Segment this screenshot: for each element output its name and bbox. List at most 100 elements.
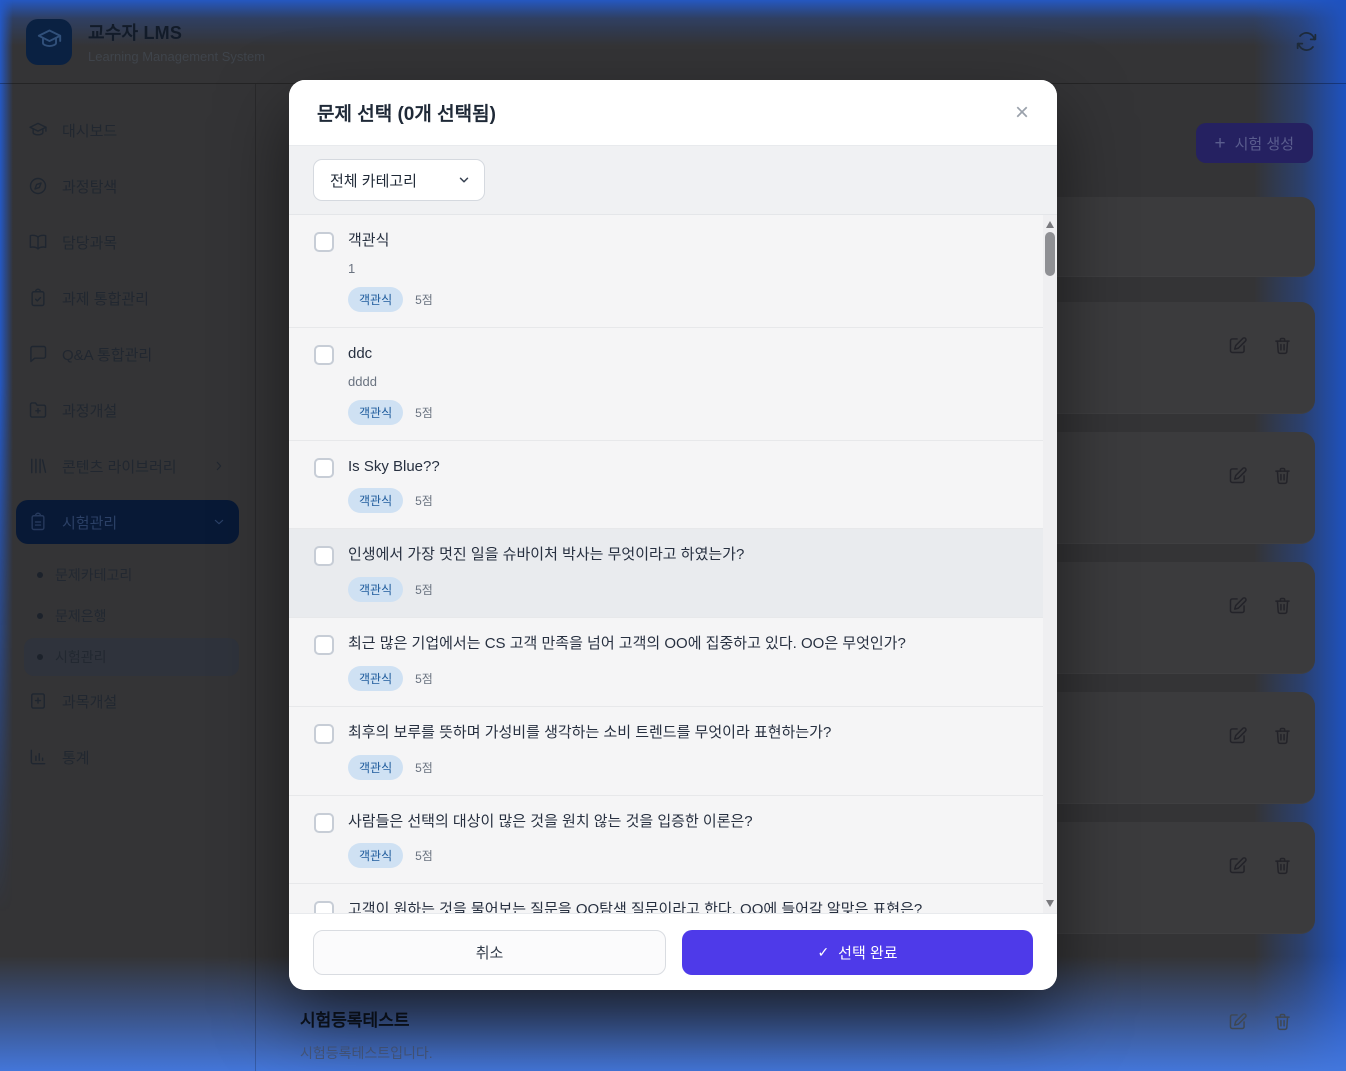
trash-icon[interactable]: [1272, 595, 1293, 616]
question-meta: 객관식 5점: [348, 488, 440, 513]
question-checkbox[interactable]: [314, 724, 334, 744]
sidebar-item-label: 대시보드: [62, 120, 117, 141]
app-title-block: 교수자 LMS Learning Management System: [88, 19, 265, 64]
sidebar-item-label: 시험관리: [62, 512, 117, 533]
exam-card-subtitle: 시험등록테스트입니다.: [300, 1043, 1315, 1063]
edit-icon[interactable]: [1227, 725, 1248, 746]
scrollbar-up-arrow[interactable]: [1046, 221, 1054, 228]
modal-filter-bar: 전체 카테고리: [289, 146, 1057, 215]
sidebar-item-label: 문제은행: [55, 606, 107, 626]
question-type-badge: 객관식: [348, 755, 403, 780]
sidebar-item-label: 문제카테고리: [55, 565, 132, 585]
question-points: 5점: [415, 291, 433, 308]
question-row[interactable]: 객관식 1 객관식 5점: [289, 215, 1043, 328]
question-points: 5점: [415, 581, 433, 598]
close-icon[interactable]: ×: [1015, 101, 1029, 125]
question-meta: 객관식5점: [348, 843, 753, 868]
question-row[interactable]: ddcdddd객관식5점: [289, 328, 1043, 441]
sidebar-item-qna-management[interactable]: Q&A 통합관리: [16, 332, 239, 376]
category-select[interactable]: 전체 카테고리: [313, 159, 485, 201]
book-open-icon: [28, 232, 48, 252]
app-title: 교수자 LMS: [88, 19, 265, 45]
sidebar-item-subject-create[interactable]: 과목개설: [16, 679, 239, 723]
create-exam-button[interactable]: + 시험 생성: [1196, 123, 1313, 163]
question-type-badge: 객관식: [348, 488, 403, 513]
question-meta: 객관식5점: [348, 577, 744, 602]
screen: 교수자 LMS Learning Management System 대시보드과…: [0, 0, 1346, 1071]
question-checkbox[interactable]: [314, 345, 334, 365]
question-points: 5점: [415, 759, 433, 776]
sidebar-item-exam-management-sub[interactable]: 시험관리: [24, 638, 239, 676]
exam-card-actions: [1227, 595, 1293, 616]
question-checkbox[interactable]: [314, 546, 334, 566]
sidebar-item-content-library[interactable]: 콘텐츠 라이브러리: [16, 444, 239, 488]
edit-icon[interactable]: [1227, 595, 1248, 616]
question-subtitle: 1: [348, 261, 433, 276]
trash-icon[interactable]: [1272, 855, 1293, 876]
question-row[interactable]: 최근 많은 기업에서는 CS 고객 만족을 넘어 고객의 OO에 집중하고 있다…: [289, 618, 1043, 707]
bullet-icon: [37, 654, 43, 660]
question-body: 인생에서 가장 멋진 일을 슈바이처 박사는 무엇이라고 하였는가?객관식5점: [348, 544, 744, 602]
question-points: 5점: [415, 492, 433, 509]
exam-card-title: 시험등록테스트: [300, 985, 1315, 1031]
trash-icon[interactable]: [1272, 335, 1293, 356]
exam-card-actions: [1227, 465, 1293, 486]
sidebar-nav: 대시보드과정탐색담당과목과제 통합관리 Q&A 통합관리과정개설콘텐츠 라이브러리…: [0, 108, 255, 779]
edit-icon[interactable]: [1227, 855, 1248, 876]
trash-icon[interactable]: [1272, 725, 1293, 746]
sidebar-item-statistics[interactable]: 통계: [16, 735, 239, 779]
sidebar-item-dashboard[interactable]: 대시보드: [16, 108, 239, 152]
trash-icon[interactable]: [1272, 465, 1293, 486]
question-checkbox[interactable]: [314, 635, 334, 655]
check-icon: ✓: [817, 944, 829, 961]
question-title: 최후의 보루를 뜻하며 가성비를 생각하는 소비 트렌드를 무엇이라 표현하는가…: [348, 722, 831, 744]
trash-icon[interactable]: [1272, 1011, 1293, 1032]
question-title: 객관식: [348, 230, 433, 252]
sidebar-item-my-courses[interactable]: 담당과목: [16, 220, 239, 264]
question-row[interactable]: 사람들은 선택의 대상이 많은 것을 원치 않는 것을 입증한 이론은?객관식5…: [289, 796, 1043, 885]
sidebar-item-course-explore[interactable]: 과정탐색: [16, 164, 239, 208]
refresh-icon[interactable]: [1294, 29, 1320, 55]
sidebar-item-label: 콘텐츠 라이브러리: [62, 456, 177, 477]
sidebar-item-assignment-management[interactable]: 과제 통합관리: [16, 276, 239, 320]
app-logo: [26, 19, 72, 65]
app-header: 교수자 LMS Learning Management System: [0, 0, 1346, 84]
question-row[interactable]: 인생에서 가장 멋진 일을 슈바이처 박사는 무엇이라고 하였는가?객관식5점: [289, 529, 1043, 618]
question-checkbox[interactable]: [314, 458, 334, 478]
scrollbar[interactable]: [1043, 215, 1057, 913]
question-checkbox[interactable]: [314, 901, 334, 913]
confirm-button[interactable]: ✓ 선택 완료: [682, 930, 1033, 975]
exam-card-actions: [1227, 1011, 1293, 1032]
question-row[interactable]: 고객이 원하는 것을 물어보는 질문을 OO탐색 질문이라고 한다. OO에 들…: [289, 884, 1043, 913]
scrollbar-down-arrow[interactable]: [1046, 900, 1054, 907]
question-body: Is Sky Blue??객관식5점: [348, 456, 440, 514]
question-checkbox[interactable]: [314, 813, 334, 833]
sidebar-item-label: 시험관리: [55, 647, 107, 667]
edit-icon[interactable]: [1227, 335, 1248, 356]
sidebar-item-question-category[interactable]: 문제카테고리: [24, 556, 239, 594]
scrollbar-thumb[interactable]: [1045, 232, 1055, 276]
question-list: 객관식1객관식5점ddcdddd객관식5점Is Sky Blue??객관식5점인…: [289, 215, 1057, 913]
chat-icon: [28, 344, 48, 364]
sidebar-item-course-create[interactable]: 과정개설: [16, 388, 239, 432]
chevron-down-icon: [457, 173, 471, 187]
question-body: 사람들은 선택의 대상이 많은 것을 원치 않는 것을 입증한 이론은?객관식5…: [348, 811, 753, 869]
sidebar-item-question-bank[interactable]: 문제은행: [24, 597, 239, 635]
confirm-label: 선택 완료: [838, 942, 897, 963]
question-body: 최근 많은 기업에서는 CS 고객 만족을 넘어 고객의 OO에 집중하고 있다…: [348, 633, 906, 691]
question-list-inner: 객관식1객관식5점ddcdddd객관식5점Is Sky Blue??객관식5점인…: [289, 215, 1043, 913]
cancel-button[interactable]: 취소: [313, 930, 666, 975]
question-checkbox[interactable]: [314, 232, 334, 252]
sidebar-item-exam-management[interactable]: 시험관리: [16, 500, 239, 544]
question-type-badge: 객관식: [348, 287, 403, 312]
edit-icon[interactable]: [1227, 1011, 1248, 1032]
question-meta: 객관식 5점: [348, 755, 831, 780]
sidebar-item-label: 과제 통합관리: [62, 288, 149, 309]
modal-header: 문제 선택 (0개 선택됨) ×: [289, 80, 1057, 146]
question-row[interactable]: Is Sky Blue??객관식5점: [289, 441, 1043, 530]
create-exam-label: 시험 생성: [1235, 133, 1294, 154]
modal-title: 문제 선택 (0개 선택됨): [317, 99, 496, 126]
edit-icon[interactable]: [1227, 465, 1248, 486]
question-row[interactable]: 최후의 보루를 뜻하며 가성비를 생각하는 소비 트렌드를 무엇이라 표현하는가…: [289, 707, 1043, 796]
question-title: 최근 많은 기업에서는 CS 고객 만족을 넘어 고객의 OO에 집중하고 있다…: [348, 633, 906, 655]
